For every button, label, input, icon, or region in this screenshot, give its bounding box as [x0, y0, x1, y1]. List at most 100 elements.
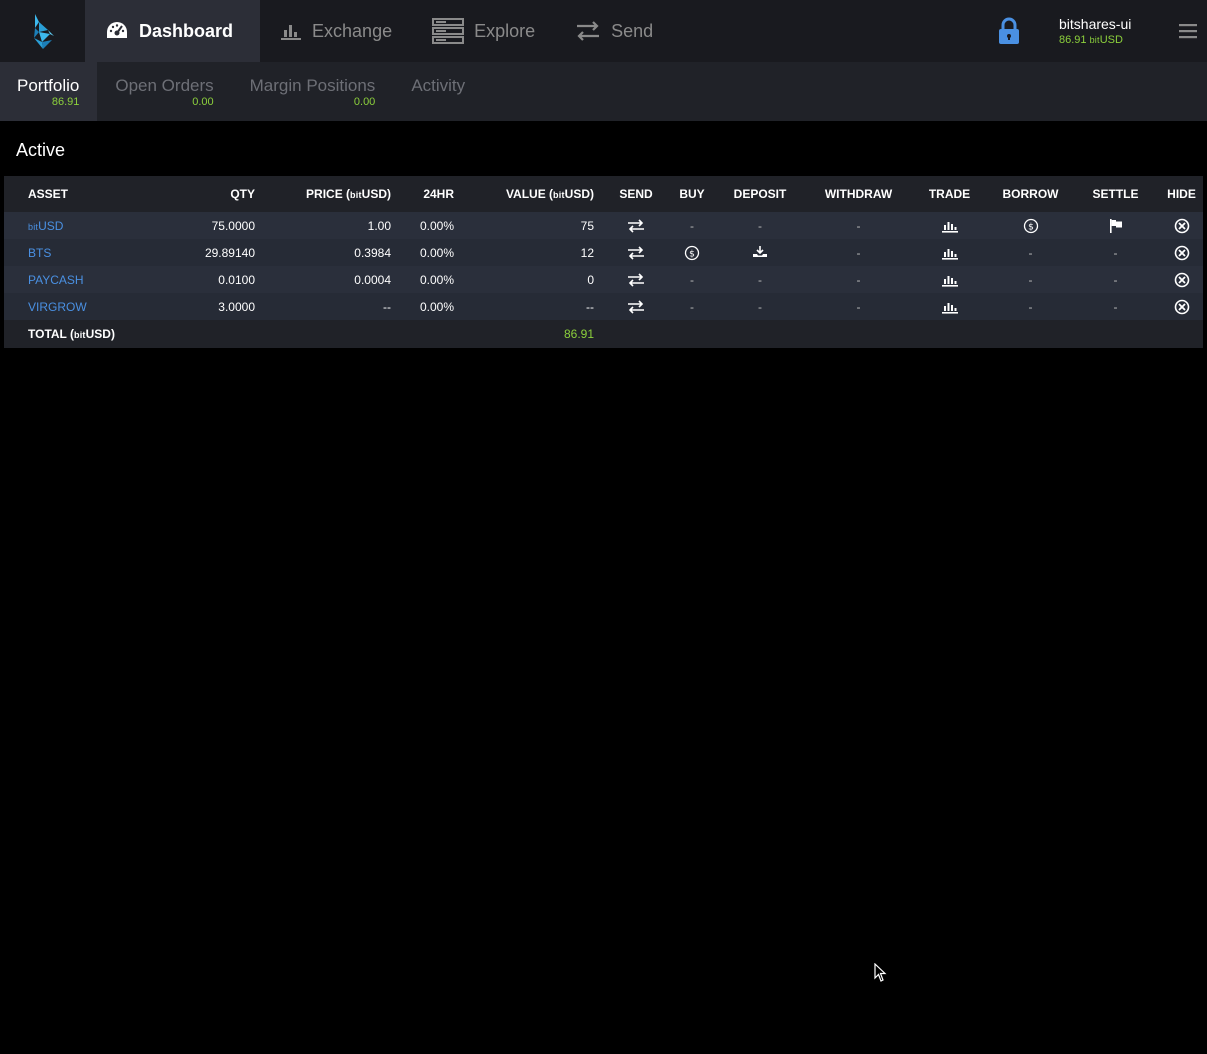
nav-send-label: Send: [611, 20, 654, 41]
col-price[interactable]: PRICE (bitUSD): [261, 176, 397, 212]
col-qty[interactable]: QTY: [134, 176, 261, 212]
col-send: SEND: [619, 187, 653, 201]
mouse-cursor-icon: [874, 962, 888, 988]
server-icon: [432, 18, 465, 44]
asset-link[interactable]: BTS: [28, 246, 51, 260]
trade-chart-icon[interactable]: [941, 219, 958, 233]
menu-icon[interactable]: [1169, 0, 1207, 62]
tab-open-orders-value: 0.00: [192, 96, 214, 108]
transfer-icon[interactable]: [627, 219, 645, 233]
trade-cell: [909, 212, 990, 239]
bitshares-logo-icon: [33, 14, 54, 49]
value-cell: 75: [580, 218, 594, 233]
col-trade: TRADE: [928, 187, 971, 201]
asset-cell: PAYCASH: [4, 266, 134, 293]
tab-open-orders[interactable]: Open Orders 0.00: [97, 62, 231, 121]
borrow-cell: -: [1028, 245, 1033, 260]
asset-cell: bitUSD: [4, 212, 134, 239]
transfer-icon[interactable]: [627, 273, 645, 287]
price-cell: --: [383, 299, 391, 314]
nav-send[interactable]: Send: [555, 0, 673, 62]
nav-explore[interactable]: Explore: [412, 0, 555, 62]
table-header: ASSET QTY PRICE (bitUSD) 24HR VALUE (bit…: [4, 176, 1203, 212]
chart-icon: [280, 21, 302, 41]
settle-cell: -: [1113, 299, 1118, 314]
trade-cell: [909, 266, 990, 293]
table-row: VIRGROW 3.0000 -- 0.00% -- - - - - -: [4, 293, 1203, 320]
settle-cell: [1071, 212, 1160, 239]
send-cell: [600, 266, 672, 293]
tab-margin-positions[interactable]: Margin Positions 0.00: [232, 62, 394, 121]
send-cell: [600, 212, 672, 239]
table-row: PAYCASH 0.0100 0.0004 0.00% 0 - - - - -: [4, 266, 1203, 293]
transfer-icon[interactable]: [627, 300, 645, 314]
borrow-cell: -: [1028, 272, 1033, 287]
trade-chart-icon[interactable]: [941, 273, 958, 287]
nav-exchange-label: Exchange: [312, 20, 393, 41]
deposit-icon[interactable]: [751, 245, 769, 261]
borrow-cell: -: [1028, 299, 1033, 314]
hide-cell: [1160, 266, 1203, 293]
qty-cell: 29.89140: [204, 245, 255, 260]
asset-cell: BTS: [4, 239, 134, 266]
col-24hr[interactable]: 24HR: [397, 176, 460, 212]
withdraw-cell: -: [856, 272, 861, 287]
asset-link[interactable]: PAYCASH: [28, 273, 84, 287]
withdraw-cell: -: [856, 218, 861, 233]
col-hide: HIDE: [1167, 187, 1196, 201]
account-info[interactable]: bitshares-ui 86.91 bitUSD: [1059, 0, 1159, 62]
asset-link[interactable]: bitUSD: [28, 219, 63, 233]
change-cell: 0.00%: [419, 272, 454, 287]
tab-activity[interactable]: Activity: [393, 62, 483, 121]
portfolio-table: ASSET QTY PRICE (bitUSD) 24HR VALUE (bit…: [4, 176, 1203, 348]
asset-link[interactable]: VIRGROW: [28, 300, 87, 314]
withdraw-cell: -: [856, 299, 861, 314]
buy-cell: -: [690, 272, 694, 287]
nav-dashboard-label: Dashboard: [139, 20, 234, 41]
tab-margin-positions-value: 0.00: [353, 96, 376, 108]
transfer-icon: [575, 20, 601, 42]
qty-cell: 75.0000: [211, 218, 255, 233]
trade-chart-icon[interactable]: [941, 300, 958, 314]
col-buy: BUY: [679, 187, 705, 201]
table-total-row: TOTAL (bitUSD) 86.91: [4, 320, 1203, 348]
svg-text:$: $: [1028, 222, 1034, 232]
hide-cell: [1160, 293, 1203, 320]
deposit-cell: -: [758, 272, 762, 287]
trade-chart-icon[interactable]: [941, 246, 958, 260]
borrow-icon[interactable]: $: [1023, 218, 1039, 234]
buy-icon[interactable]: $: [684, 245, 700, 261]
hide-icon[interactable]: [1174, 245, 1190, 261]
hide-cell: [1160, 212, 1203, 239]
col-settle: SETTLE: [1092, 187, 1139, 201]
nav-exchange[interactable]: Exchange: [260, 0, 412, 62]
qty-cell: 3.0000: [218, 299, 255, 314]
nav-dashboard[interactable]: Dashboard: [85, 0, 261, 62]
send-cell: [600, 239, 672, 266]
send-cell: [600, 293, 672, 320]
top-header: Dashboard Exchange Explore Send bitshare…: [0, 0, 1207, 62]
settle-cell: -: [1113, 272, 1118, 287]
deposit-cell: -: [758, 218, 762, 233]
nav-explore-label: Explore: [474, 20, 536, 41]
withdraw-cell: -: [856, 245, 861, 260]
value-cell: --: [586, 299, 594, 314]
hide-icon[interactable]: [1174, 218, 1190, 234]
lock-icon[interactable]: [979, 0, 1039, 62]
hide-icon[interactable]: [1174, 299, 1190, 315]
tab-portfolio-value: 86.91: [51, 96, 80, 108]
change-cell: 0.00%: [419, 245, 454, 260]
tab-portfolio[interactable]: Portfolio 86.91: [0, 62, 98, 121]
buy-cell: -: [690, 299, 694, 314]
bitshares-logo[interactable]: [0, 0, 85, 62]
deposit-cell: -: [758, 299, 762, 314]
deposit-cell: [712, 239, 808, 266]
col-value[interactable]: VALUE (bitUSD): [460, 176, 600, 212]
hide-icon[interactable]: [1174, 272, 1190, 288]
col-asset[interactable]: ASSET: [4, 176, 134, 212]
col-borrow: BORROW: [1002, 187, 1059, 201]
trade-cell: [909, 293, 990, 320]
transfer-icon[interactable]: [627, 246, 645, 260]
settle-icon[interactable]: [1108, 218, 1124, 234]
svg-text:$: $: [689, 249, 695, 259]
